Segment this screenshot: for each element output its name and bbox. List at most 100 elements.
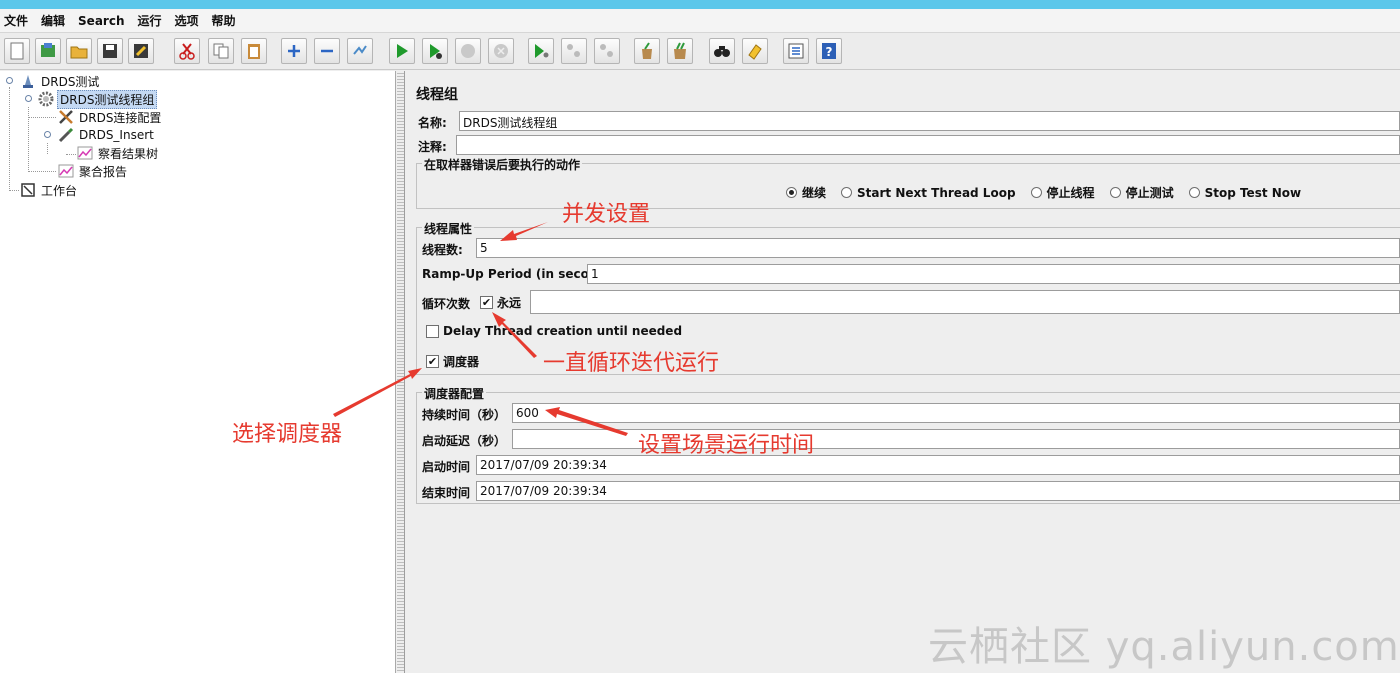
start-time-field[interactable]: 2017/07/09 20:39:34 <box>476 455 1400 475</box>
graph-icon <box>58 163 74 179</box>
start-button[interactable] <box>389 38 415 64</box>
open-button[interactable] <box>66 38 92 64</box>
copy-button[interactable] <box>208 38 234 64</box>
duration-field[interactable]: 600 <box>512 403 1400 423</box>
checkbox-indicator: ✔ <box>480 296 493 309</box>
radio-indicator <box>1109 187 1121 198</box>
help-button[interactable]: ? <box>816 38 842 64</box>
comment-label: 注释: <box>418 140 447 154</box>
tree-expand-handle-root[interactable] <box>6 77 13 84</box>
radio-label: 停止测试 <box>1125 186 1174 200</box>
toggle-icon <box>353 45 367 55</box>
save-as-button[interactable] <box>128 38 154 64</box>
save-icon <box>103 44 117 58</box>
tree-label: 聚合报告 <box>79 164 128 179</box>
annotation-set-duration: 设置场景运行时间 <box>638 433 815 458</box>
tree-guide-line <box>28 117 56 118</box>
tree-guide-line <box>9 190 19 191</box>
end-time-field[interactable]: 2017/07/09 20:39:34 <box>476 481 1400 501</box>
radio-stop-test[interactable]: 停止测试 <box>1109 184 1174 201</box>
tree-node-aggregate-report[interactable]: 聚合报告 <box>58 162 129 180</box>
tree-expand-handle-sampler[interactable] <box>44 131 51 138</box>
radio-indicator <box>841 187 853 198</box>
duration-label: 持续时间（秒） <box>422 408 507 422</box>
tree-expand-handle-thread-group[interactable] <box>25 95 32 102</box>
stop-icon <box>461 44 475 58</box>
cut-button[interactable] <box>174 38 200 64</box>
forever-checkbox[interactable]: ✔ 永远 <box>480 294 521 311</box>
radio-label: Start Next Thread Loop <box>857 185 1016 200</box>
menu-options[interactable]: 选项 <box>175 12 199 29</box>
shutdown-icon <box>494 44 508 58</box>
menu-help[interactable]: 帮助 <box>212 12 236 29</box>
tree-node-test-plan[interactable]: DRDS测试 <box>20 72 101 90</box>
radio-stop-test-now[interactable]: Stop Test Now <box>1188 186 1301 200</box>
function-helper-icon <box>788 43 804 59</box>
radio-start-next-loop[interactable]: Start Next Thread Loop <box>841 186 1016 200</box>
collapse-icon <box>321 49 333 53</box>
annotation-concurrency: 并发设置 <box>562 202 651 227</box>
scheduler-config-legend: 调度器配置 <box>422 385 487 402</box>
tree-guide-line <box>9 87 10 191</box>
remote-start-button[interactable] <box>528 38 554 64</box>
remote-stop-icon <box>567 44 580 57</box>
tree-node-view-results-tree[interactable]: 察看结果树 <box>77 144 160 162</box>
threads-field[interactable]: 5 <box>476 238 1400 258</box>
clear-all-icon <box>674 42 686 59</box>
radio-label: 停止线程 <box>1046 186 1095 200</box>
radio-stop-thread[interactable]: 停止线程 <box>1030 184 1095 201</box>
checkbox-indicator <box>426 324 439 338</box>
tree-label: DRDS测试线程组 <box>57 89 158 109</box>
function-helper-button[interactable] <box>783 38 809 64</box>
new-icon <box>10 42 24 60</box>
shutdown-button[interactable] <box>488 38 514 64</box>
scheduler-checkbox[interactable]: ✔ 调度器 <box>426 353 479 370</box>
tree-node-workbench[interactable]: 工作台 <box>20 181 79 199</box>
svg-text:?: ? <box>826 45 833 59</box>
clear-button[interactable] <box>634 38 660 64</box>
tree-node-connection-config[interactable]: DRDS连接配置 <box>58 108 163 126</box>
collapse-button[interactable] <box>314 38 340 64</box>
remote-shutdown-button[interactable] <box>594 38 620 64</box>
menu-search[interactable]: Search <box>78 14 124 28</box>
test-plan-tree: DRDS测试 DRDS测试线程组 DRDS连接配置 DRDS_Insert 察看… <box>0 71 396 673</box>
tree-label: 工作台 <box>41 183 78 198</box>
forever-label: 永远 <box>497 296 522 310</box>
search-icon <box>714 46 730 57</box>
tree-node-thread-group[interactable]: DRDS测试线程组 <box>38 89 158 109</box>
rampup-field[interactable]: 1 <box>587 264 1400 284</box>
templates-button[interactable] <box>35 38 61 64</box>
menu-file[interactable]: 文件 <box>4 12 28 29</box>
help-icon: ? <box>822 43 836 59</box>
menu-run[interactable]: 运行 <box>137 12 161 29</box>
delay-thread-checkbox[interactable]: Delay Thread creation until needed <box>426 324 682 338</box>
search-button[interactable] <box>709 38 735 64</box>
annotation-loop-forever: 一直循环迭代运行 <box>543 351 720 376</box>
split-pane-divider[interactable] <box>397 71 405 673</box>
name-field[interactable]: DRDS测试线程组 <box>459 111 1400 131</box>
stop-button[interactable] <box>455 38 481 64</box>
wrench-icon <box>58 109 74 125</box>
clear-all-button[interactable] <box>667 38 693 64</box>
open-icon <box>70 46 88 59</box>
save-button[interactable] <box>97 38 123 64</box>
test-plan-icon <box>20 73 36 89</box>
tree-node-sampler[interactable]: DRDS_Insert <box>58 126 156 144</box>
loop-count-field[interactable] <box>530 290 1400 314</box>
toggle-button[interactable] <box>347 38 373 64</box>
annotation-choose-scheduler: 选择调度器 <box>232 422 343 447</box>
new-button[interactable] <box>4 38 30 64</box>
paste-button[interactable] <box>241 38 267 64</box>
comment-field[interactable] <box>456 135 1400 155</box>
menu-edit[interactable]: 编辑 <box>41 12 65 29</box>
startup-delay-label: 启动延迟（秒） <box>422 434 507 448</box>
reset-search-button[interactable] <box>742 38 768 64</box>
start-icon <box>397 44 408 58</box>
pipette-icon <box>58 127 74 143</box>
radio-indicator <box>786 187 797 198</box>
start-no-pause-button[interactable] <box>422 38 448 64</box>
expand-button[interactable] <box>281 38 307 64</box>
workbench-icon <box>20 182 36 198</box>
radio-continue[interactable]: 继续 <box>786 184 826 201</box>
remote-stop-button[interactable] <box>561 38 587 64</box>
